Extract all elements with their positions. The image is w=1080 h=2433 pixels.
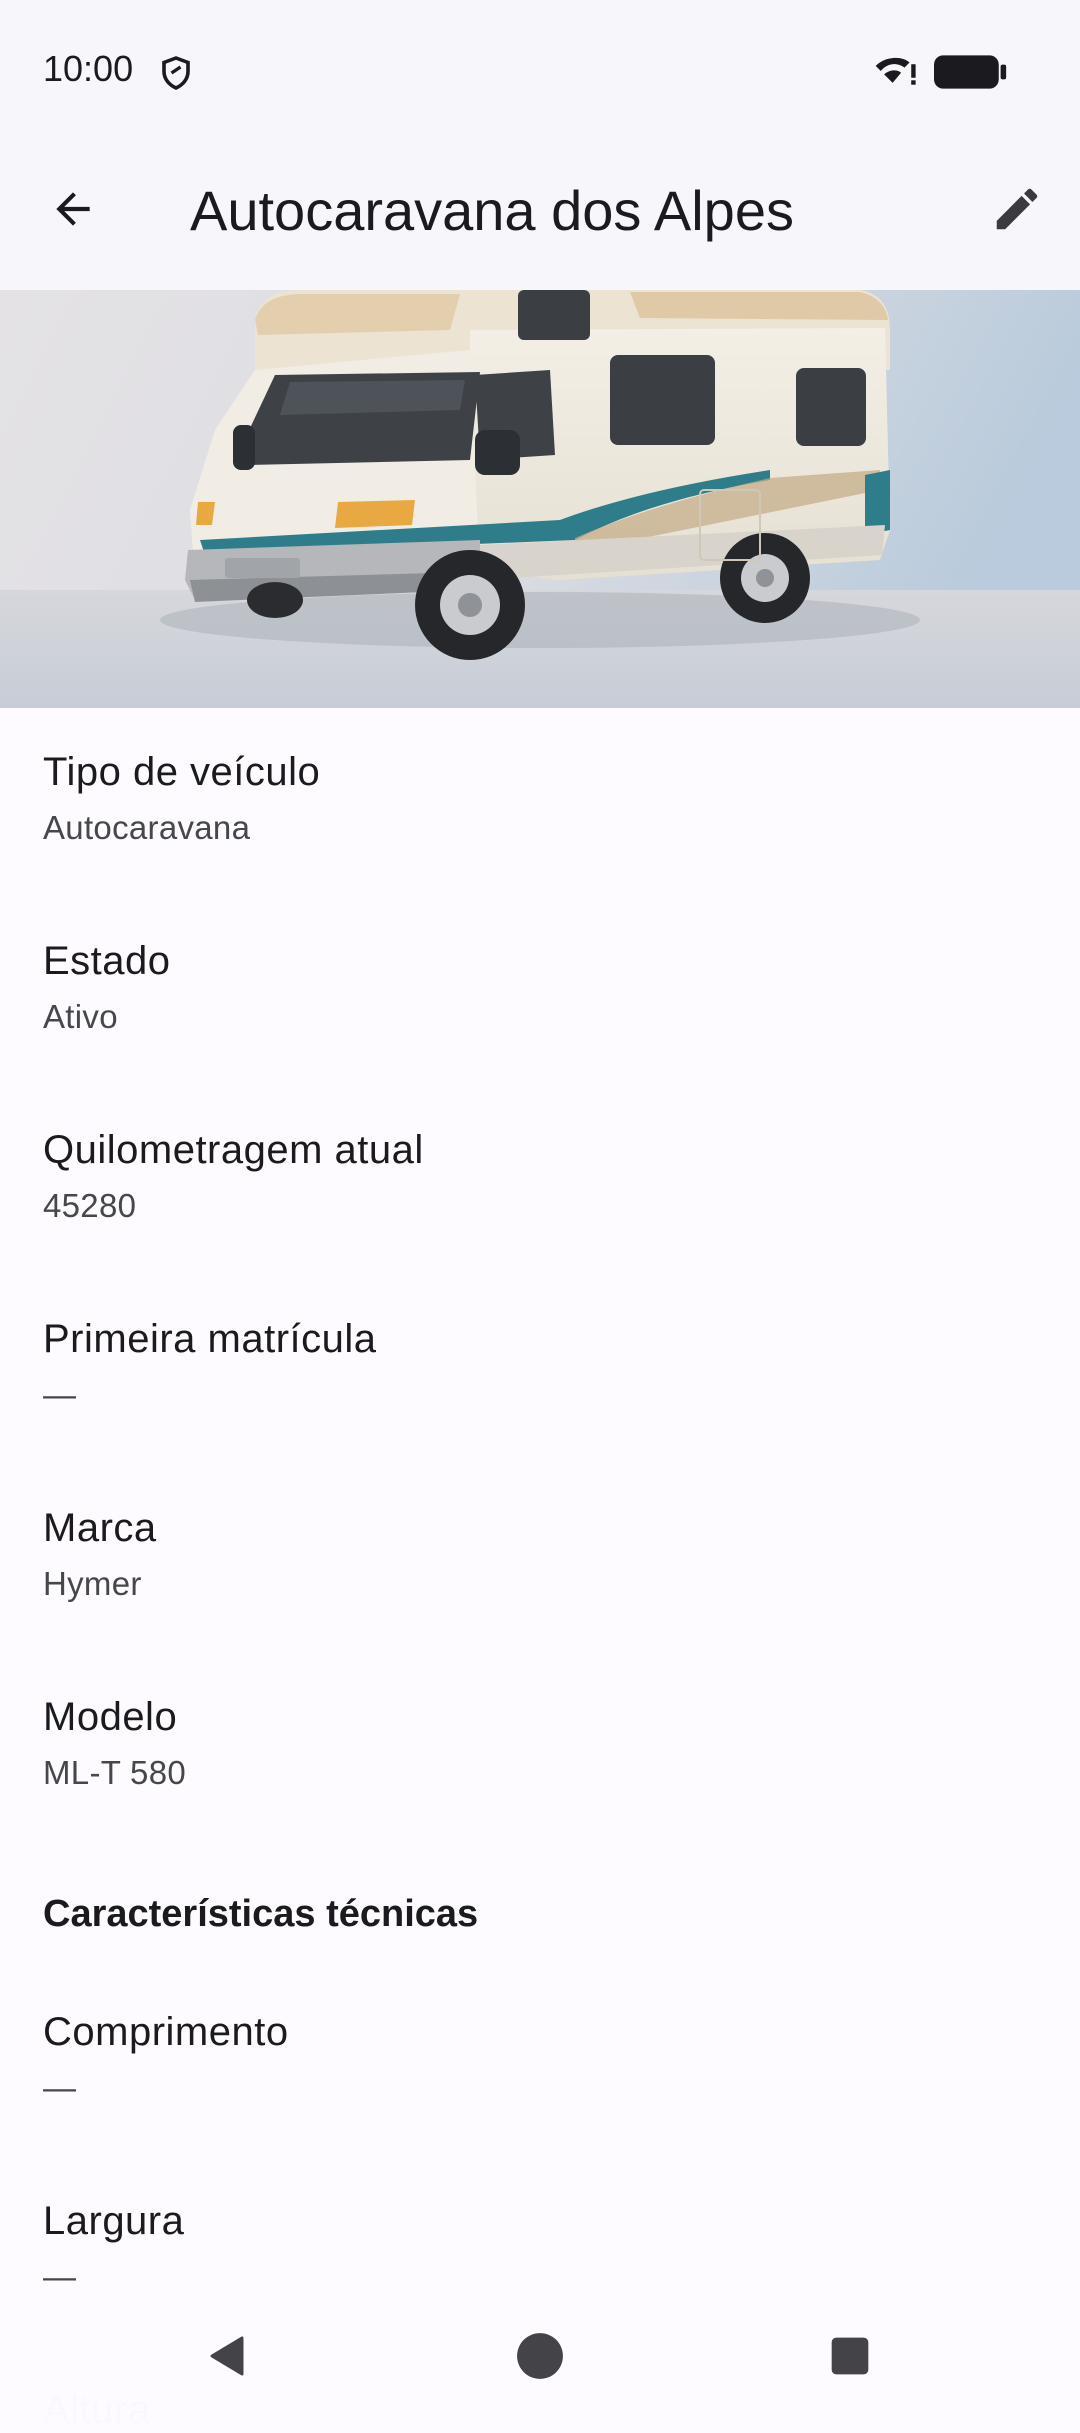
field-label: Modelo: [43, 1695, 178, 1739]
nav-home-button[interactable]: [500, 2316, 580, 2396]
field-brand: Marca Hymer: [43, 1506, 157, 1603]
field-value: ML-T 580: [43, 1754, 187, 1791]
field-vehicle-type: Tipo de veículo Autocaravana: [43, 750, 320, 847]
shield-icon: [162, 56, 190, 90]
pencil-icon: [996, 188, 1038, 230]
status-bar: 10:00: [0, 0, 1080, 140]
field-value: Ativo: [43, 998, 118, 1035]
field-length: Comprimento —: [43, 2010, 289, 2107]
field-label: Tipo de veículo: [43, 750, 321, 794]
wifi-icon: [875, 57, 916, 85]
field-label: Primeira matrícula: [43, 1317, 377, 1361]
field-label: Marca: [43, 1506, 157, 1550]
field-value: 45280: [43, 1187, 137, 1224]
field-label: Estado: [43, 939, 171, 983]
field-status: Estado Ativo: [43, 939, 171, 1036]
arrow-back-icon: [56, 192, 90, 226]
motorhome-image: [0, 290, 1080, 708]
top-app-bar: Autocaravana dos Alpes: [0, 140, 1080, 290]
field-value: —: [43, 1376, 77, 1413]
field-label: Quilometragem atual: [43, 1128, 424, 1172]
field-label: Largura: [43, 2199, 185, 2243]
battery-icon: [934, 55, 1007, 89]
field-first-registration: Primeira matrícula —: [43, 1317, 377, 1414]
edit-button[interactable]: [980, 172, 1054, 246]
field-value: —: [43, 2069, 77, 2106]
status-time: 10:00: [43, 48, 134, 89]
nav-back-button[interactable]: [188, 2316, 268, 2396]
field-value: Hymer: [43, 1565, 142, 1602]
section-title-technical: Características técnicas: [43, 1893, 479, 1935]
vehicle-photo: [0, 290, 1080, 708]
nav-recents-button[interactable]: [810, 2316, 890, 2396]
system-nav-bar: [0, 2290, 1080, 2424]
home-circle-icon: [517, 2333, 563, 2379]
page-title: Autocaravana dos Alpes: [190, 179, 794, 242]
field-label: Comprimento: [43, 2010, 289, 2054]
field-mileage: Quilometragem atual 45280: [43, 1128, 424, 1225]
field-model: Modelo ML-T 580: [43, 1695, 186, 1792]
field-width: Largura —: [43, 2199, 184, 2296]
back-button[interactable]: [36, 172, 110, 246]
back-triangle-icon: [210, 2336, 244, 2376]
field-value: Autocaravana: [43, 809, 251, 846]
recents-square-icon: [831, 2337, 869, 2375]
